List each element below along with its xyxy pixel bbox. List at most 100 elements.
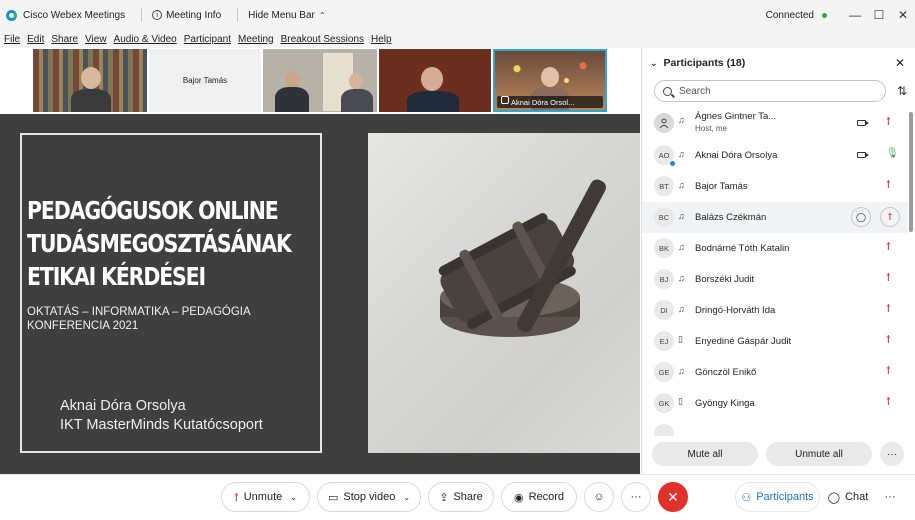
phone-icon: ▯ [678, 334, 683, 344]
menu-help[interactable]: Help [371, 34, 392, 45]
slide-title-line: PEDAGÓGUSOK ONLINE [27, 196, 279, 225]
video-thumbnail[interactable] [379, 49, 491, 112]
host-avatar-icon [654, 113, 674, 133]
share-button[interactable]: ⇪ Share [428, 482, 494, 512]
webex-logo-icon [6, 9, 17, 21]
menu-view[interactable]: View [85, 34, 107, 45]
microphone-muted-icon[interactable]: ꝉ [886, 240, 891, 253]
meeting-info-button[interactable]: i Meeting Info [152, 10, 221, 21]
participant-name: Borszéki Judit [695, 274, 755, 285]
reactions-button[interactable]: ☺ [584, 482, 614, 512]
participant-row[interactable]: GK ▯ Gyöngy Kinga ꝉ [642, 388, 908, 419]
sort-icon[interactable]: ⇅ [897, 84, 907, 98]
video-thumbnail[interactable] [263, 49, 377, 112]
person-body [71, 89, 111, 112]
microphone-muted-icon[interactable]: ꝉ [880, 207, 900, 227]
participant-avatar: AO [654, 145, 676, 167]
divider [141, 8, 143, 22]
more-panels-button[interactable]: ··· [878, 482, 902, 512]
video-thumbnail-active-speaker[interactable]: Aknai Dóra Orsol... [493, 49, 607, 112]
unmute-all-button[interactable]: Unmute all [766, 442, 872, 466]
menu-meeting[interactable]: Meeting [238, 34, 274, 45]
microphone-muted-icon[interactable]: ꝉ [886, 271, 891, 284]
participant-search-input[interactable]: Search [654, 80, 886, 102]
video-thumbnail-bajor[interactable]: Bajor Tamás [149, 49, 261, 112]
participant-name: Bodnárné Tóth Katalin [695, 243, 790, 254]
headset-icon: ♫ [678, 180, 685, 190]
chevron-down-icon[interactable]: ⌄ [290, 493, 297, 502]
scrollbar-thumb[interactable] [909, 112, 913, 232]
participants-toggle-button[interactable]: ⚇ Participants [735, 482, 820, 512]
participant-row[interactable]: DI ♫ Dringó-Horváth Ida ꝉ [642, 295, 908, 326]
microphone-muted-icon[interactable]: ꝉ [886, 115, 891, 128]
slide-title-line: ETIKAI KÉRDÉSEI [27, 262, 206, 291]
participant-name: Dringó-Horváth Ida [695, 305, 776, 316]
participant-row[interactable]: BT ♫ Bajor Tamás ꝉ [642, 171, 908, 202]
participant-name: Aknai Dóra Orsolya [695, 150, 778, 161]
microphone-muted-icon[interactable]: ꝉ [886, 364, 891, 377]
menu-share[interactable]: Share [51, 34, 78, 45]
chevron-down-icon[interactable]: ⌄ [403, 493, 410, 502]
close-icon: ✕ [667, 488, 679, 505]
stop-video-button[interactable]: ▭ Stop video ⌄ [317, 482, 421, 512]
maximize-button[interactable]: ☐ [867, 8, 891, 22]
participant-name: Ágnes Gintner Ta... [695, 111, 777, 122]
chat-button[interactable]: ◯ Chat [822, 482, 874, 512]
participant-row[interactable]: GE ♫ Gönczöl Enikő ꝉ [642, 357, 908, 388]
headset-icon: ♫ [678, 273, 685, 283]
panel-more-options-button[interactable]: ··· [880, 442, 904, 466]
more-icon: ··· [884, 491, 896, 503]
more-icon: ··· [630, 491, 642, 503]
participants-panel-header: ⌄ Participants (18) [642, 48, 915, 78]
participants-panel-title: Participants (18) [663, 57, 746, 69]
menu-edit[interactable]: Edit [27, 34, 44, 45]
minimize-button[interactable]: — [843, 8, 867, 22]
participant-avatar: GE [654, 362, 674, 382]
record-button[interactable]: ◉ Record [501, 482, 577, 512]
end-meeting-button[interactable]: ✕ [658, 482, 688, 512]
participant-avatar: BC [654, 207, 674, 227]
participant-avatar: BJ [654, 269, 674, 289]
microphone-muted-icon[interactable]: ꝉ [886, 178, 891, 191]
close-window-button[interactable]: ✕ [891, 8, 915, 22]
menu-file[interactable]: File [4, 34, 20, 45]
slide-author-group: IKT MasterMinds Kutatócsoport [60, 417, 263, 433]
participant-row[interactable]: AO ♫ Aknai Dóra Orsolya 🎙 [642, 140, 908, 171]
slide-subtitle: OKTATÁS – INFORMATIKA – PEDAGÓGIA KONFER… [27, 305, 251, 333]
search-icon [663, 86, 672, 96]
headset-icon: ♫ [678, 366, 685, 376]
participant-avatar [654, 424, 674, 436]
microphone-muted-icon[interactable]: ꝉ [886, 395, 891, 408]
video-thumbnail[interactable] [33, 49, 147, 112]
participant-row[interactable]: BK ♫ Bodnárné Tóth Katalin ꝉ [642, 233, 908, 264]
share-label: Share [453, 491, 483, 503]
menu-breakout-sessions[interactable]: Breakout Sessions [281, 34, 364, 45]
chevron-down-icon[interactable]: ⌄ [650, 58, 658, 69]
close-panel-button[interactable]: ✕ [895, 56, 905, 70]
active-speaker-name-label: Aknai Dóra Orsol... [497, 96, 603, 108]
microphone-on-icon[interactable]: 🎙 [886, 148, 899, 159]
participant-list-scrollbar[interactable] [908, 106, 914, 436]
menu-audio-video[interactable]: Audio & Video [114, 34, 177, 45]
participant-avatar: BK [654, 238, 674, 258]
app-title: Cisco Webex Meetings [23, 9, 126, 21]
slide-title-line: TUDÁSMEGOSZTÁSÁNAK [27, 229, 292, 258]
unmute-button[interactable]: ꝉ Unmute ⌄ [221, 482, 310, 512]
participant-row[interactable]: ♫ Ágnes Gintner Ta... Host, me ꝉ [642, 106, 908, 140]
hide-menu-bar-button[interactable]: Hide Menu Bar ⌃ [248, 10, 325, 21]
chat-bubble-icon[interactable]: ◯ [851, 207, 871, 227]
emoji-icon: ☺ [593, 491, 605, 503]
microphone-muted-icon[interactable]: ꝉ [886, 302, 891, 315]
participant-row-hovered[interactable]: BC ♫ Balázs Czékmán ◯ ꝉ [642, 202, 908, 233]
active-speaker-name: Aknai Dóra Orsol... [511, 97, 575, 107]
more-options-button[interactable]: ··· [621, 482, 651, 512]
participant-row[interactable]: EJ ▯ Enyediné Gáspár Judit ꝉ [642, 326, 908, 357]
participant-row-partial[interactable] [642, 419, 908, 436]
info-icon: i [152, 10, 163, 20]
microphone-muted-icon[interactable]: ꝉ [886, 333, 891, 346]
stop-video-label: Stop video [343, 491, 396, 503]
person-head [541, 67, 559, 87]
menu-participant[interactable]: Participant [184, 34, 231, 45]
mute-all-button[interactable]: Mute all [652, 442, 758, 466]
participant-row[interactable]: BJ ♫ Borszéki Judit ꝉ [642, 264, 908, 295]
